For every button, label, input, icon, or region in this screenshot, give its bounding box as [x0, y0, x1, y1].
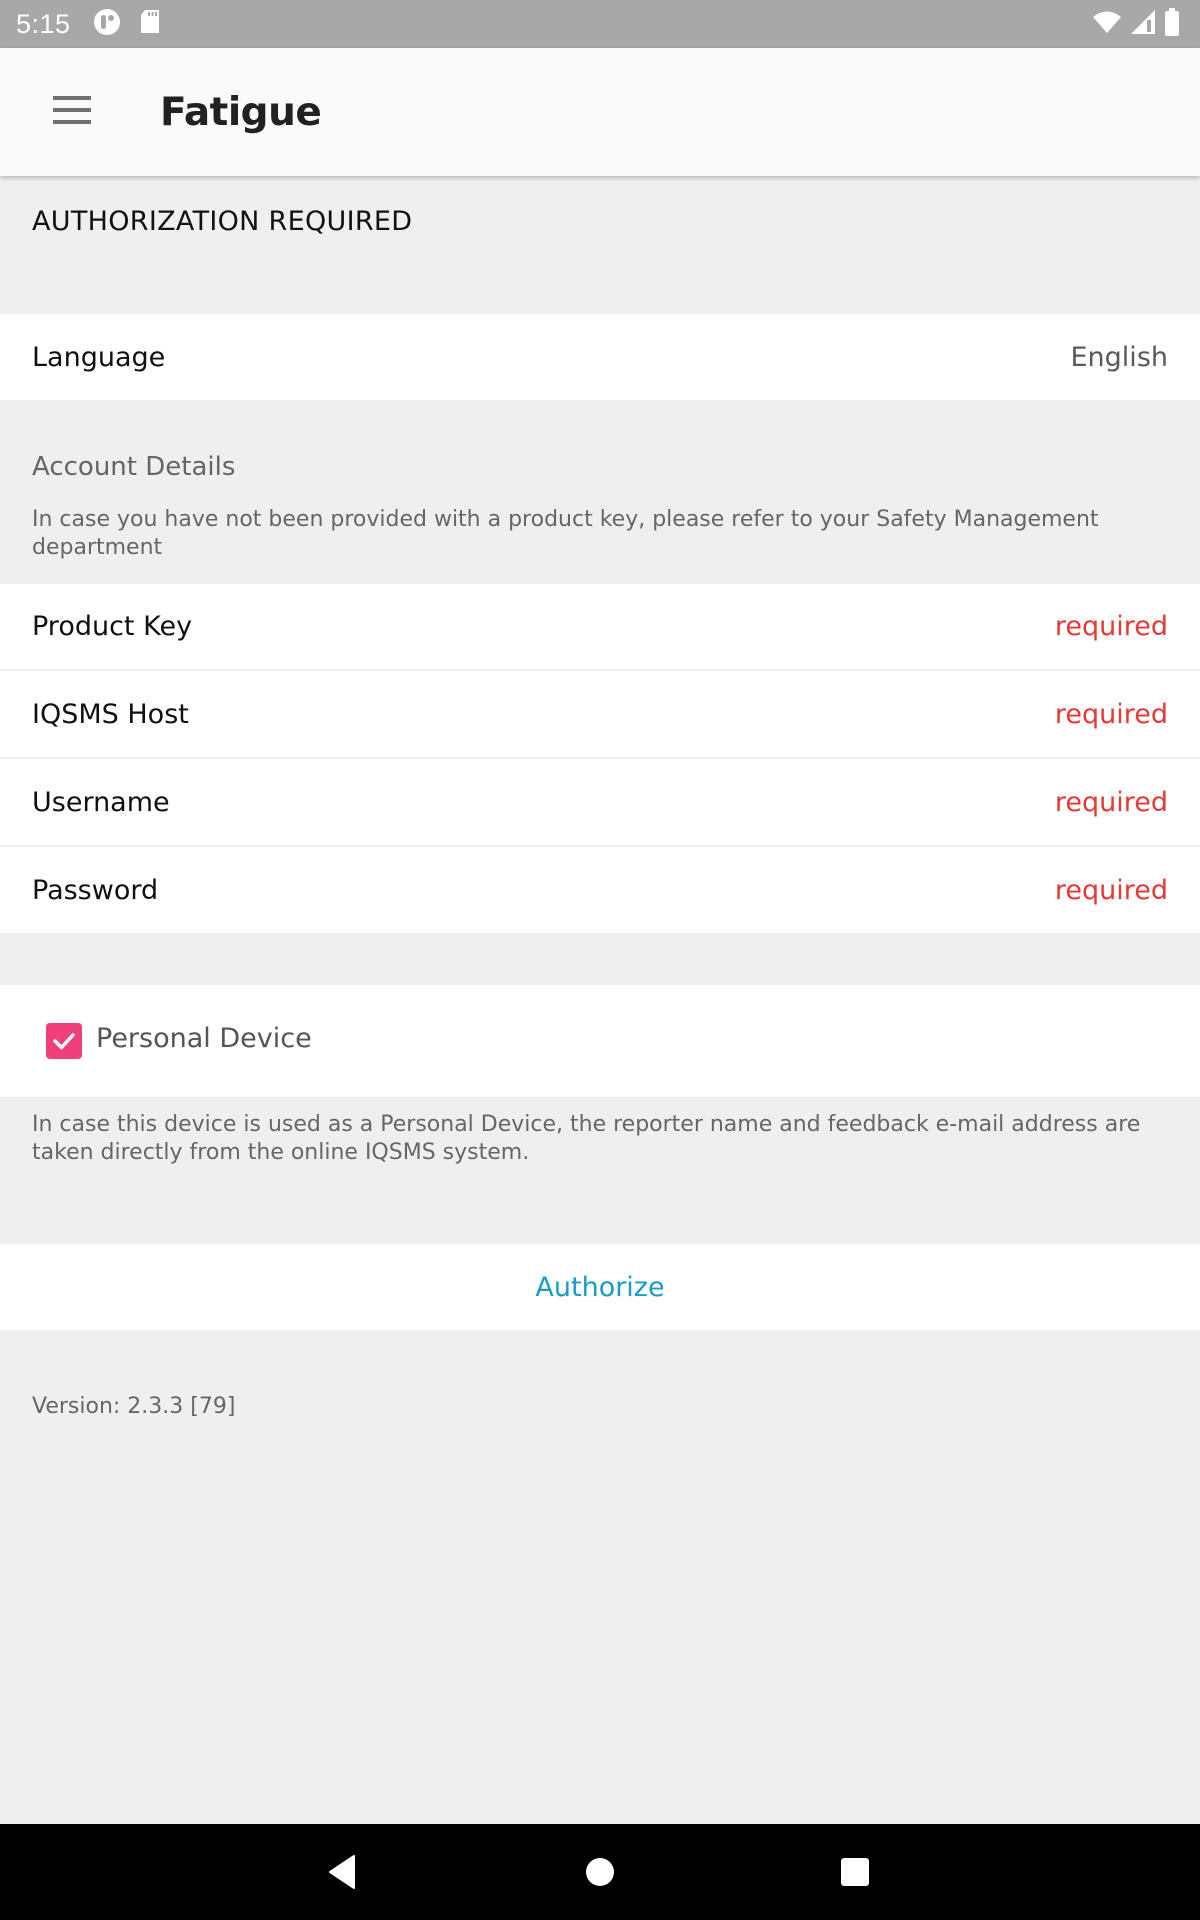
- home-icon[interactable]: [580, 1852, 620, 1892]
- authorize-button[interactable]: Authorize: [0, 1244, 1200, 1330]
- authorization-title: AUTHORIZATION REQUIRED: [32, 206, 413, 237]
- personal-device-checkbox[interactable]: [46, 1023, 82, 1059]
- account-details-header: Account Details In case you have not bee…: [0, 400, 1200, 583]
- iqsms-host-field[interactable]: IQSMS Host required: [0, 671, 1200, 757]
- product-key-field[interactable]: Product Key required: [0, 584, 1200, 669]
- personal-device-info: In case this device is used as a Persona…: [0, 1097, 1200, 1244]
- field-required-hint: required: [1054, 611, 1168, 642]
- field-required-hint: required: [1054, 786, 1168, 818]
- recents-icon[interactable]: [835, 1852, 875, 1892]
- battery-icon: [1164, 7, 1180, 41]
- language-row[interactable]: Language English: [0, 314, 1200, 400]
- personal-device-description: In case this device is used as a Persona…: [32, 1112, 1141, 1165]
- account-details-title: Account Details: [32, 452, 236, 482]
- hamburger-menu-icon[interactable]: [44, 88, 96, 132]
- sd-card-icon: [139, 9, 161, 40]
- authorize-label: Authorize: [535, 1271, 665, 1303]
- personal-device-row: Personal Device: [0, 985, 1200, 1097]
- field-label: IQSMS Host: [32, 698, 189, 730]
- wifi-icon: [1092, 10, 1122, 39]
- account-details-description: In case you have not been provided with …: [32, 507, 1099, 560]
- navigation-bar: [0, 1824, 1200, 1920]
- language-label: Language: [32, 341, 166, 373]
- checkmark-icon: [53, 1033, 75, 1050]
- app-bar: Fatigue: [0, 48, 1200, 176]
- field-label: Product Key: [32, 611, 193, 642]
- status-time: 5:15: [16, 8, 71, 39]
- cell-signal-icon: [1130, 9, 1156, 40]
- app-title: Fatigue: [160, 90, 322, 135]
- back-icon[interactable]: [322, 1852, 362, 1892]
- app-notification-icon: [93, 8, 121, 41]
- password-field[interactable]: Password required: [0, 847, 1200, 933]
- field-required-hint: required: [1054, 874, 1168, 906]
- language-value: English: [1070, 341, 1169, 373]
- field-required-hint: required: [1054, 698, 1168, 730]
- status-bar: 5:15: [0, 0, 1200, 48]
- field-label: Username: [32, 786, 170, 818]
- username-field[interactable]: Username required: [0, 759, 1200, 845]
- field-label: Password: [32, 874, 159, 906]
- authorization-header: AUTHORIZATION REQUIRED: [0, 176, 1200, 314]
- screen: 5:15 Fatigue AUTHORIZATION REQUIRED Lang…: [0, 0, 1200, 1920]
- version-text: Version: 2.3.3 [79]: [32, 1394, 236, 1419]
- personal-device-label[interactable]: Personal Device: [96, 1023, 312, 1054]
